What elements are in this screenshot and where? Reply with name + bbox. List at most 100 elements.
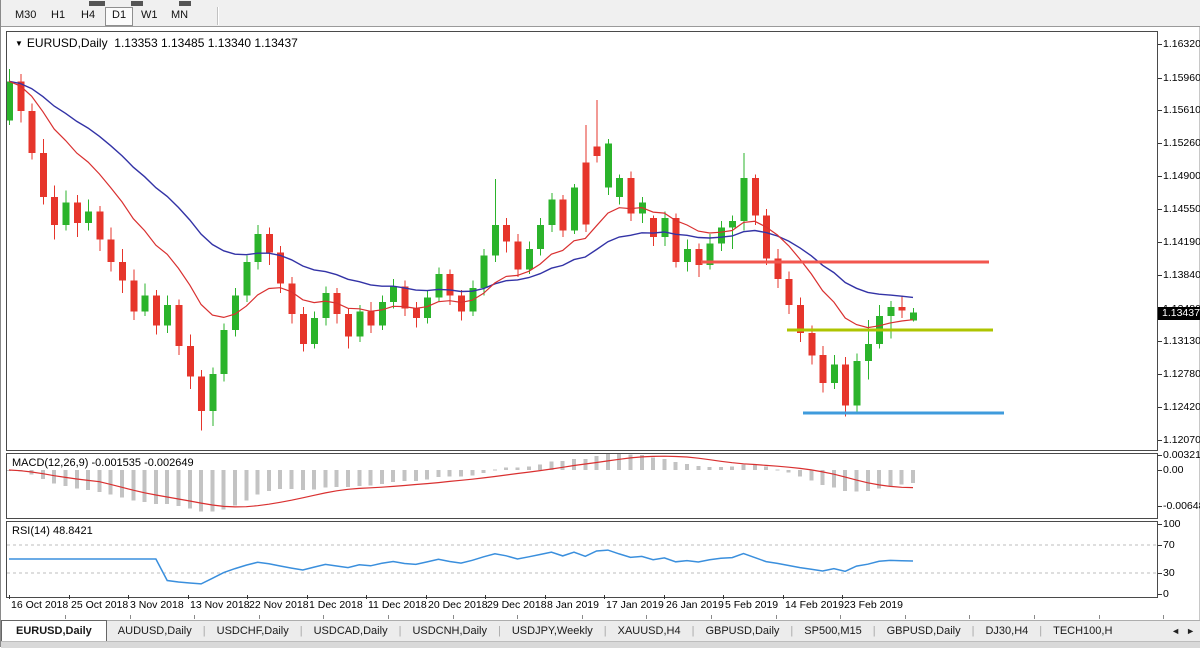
rsi-title: RSI(14) — [12, 525, 50, 537]
candle — [289, 277, 296, 324]
rsi-axis-label: 100 — [1163, 518, 1181, 530]
macd-histogram-bar — [911, 470, 915, 483]
date-tick — [842, 595, 843, 599]
chart-tab-tech100-h[interactable]: TECH100,H — [1042, 621, 1123, 642]
candle — [74, 195, 81, 237]
macd-histogram-bar — [527, 466, 531, 470]
candle — [266, 228, 273, 265]
candle — [187, 335, 194, 389]
chart-tab-usdcnh-daily[interactable]: USDCNH,Daily — [401, 621, 498, 642]
chart-tab-xauusd-h4[interactable]: XAUUSD,H4 — [607, 621, 692, 642]
candle — [763, 209, 770, 265]
candle — [277, 246, 284, 293]
macd-indicator-panel[interactable]: MACD(12,26,9) -0.001535 -0.002649 — [6, 453, 1158, 519]
candle — [458, 290, 465, 321]
macd-title: MACD(12,26,9) — [12, 457, 88, 469]
macd-histogram-bar — [233, 470, 237, 505]
macd-histogram-bar — [346, 470, 350, 487]
candle — [650, 215, 657, 246]
macd-histogram-bar — [244, 470, 248, 500]
chart-tab-gbpusd-daily[interactable]: GBPUSD,Daily — [694, 621, 790, 642]
date-label: 5 Feb 2019 — [725, 599, 778, 611]
price-tick-label: 1.13840 — [1163, 269, 1200, 281]
strip-tick — [65, 615, 66, 619]
candle — [51, 186, 58, 240]
macd-histogram-bar — [832, 470, 836, 487]
candle — [119, 249, 126, 293]
macd-histogram-bar — [798, 470, 802, 477]
toolbar-icon-fragment — [89, 1, 105, 6]
date-label: 8 Jan 2019 — [547, 599, 599, 611]
macd-histogram-bar — [516, 467, 520, 470]
strip-tick — [1163, 615, 1164, 619]
rsi-indicator-panel[interactable]: RSI(14) 48.8421 — [6, 521, 1158, 598]
macd-histogram-bar — [425, 470, 429, 480]
date-tick — [604, 595, 605, 599]
macd-axis-label: 0.00 — [1163, 464, 1183, 476]
candle — [831, 355, 838, 389]
candle — [85, 200, 92, 231]
chart-header: ▼EURUSD,Daily 1.13353 1.13485 1.13340 1.… — [15, 36, 298, 50]
chart-tab-usdcad-daily[interactable]: USDCAD,Daily — [303, 621, 399, 642]
date-label: 1 Dec 2018 — [309, 599, 363, 611]
mt4-window: M30H1H4D1W1MN ▼EURUSD,Daily 1.13353 1.13… — [0, 0, 1200, 647]
rsi-canvas[interactable] — [7, 522, 1157, 597]
chart-tab-usdjpy-weekly[interactable]: USDJPY,Weekly — [501, 621, 604, 642]
macd-histogram-bar — [335, 470, 339, 487]
candle — [684, 240, 691, 272]
candle — [17, 74, 24, 123]
tab-scroll-right-button[interactable]: ► — [1186, 626, 1195, 636]
timeframe-button-h1[interactable]: H1 — [45, 7, 71, 24]
toolbar-separator — [217, 7, 219, 25]
symbol-dropdown-icon[interactable]: ▼ — [15, 39, 23, 48]
macd-histogram-bar — [199, 470, 203, 512]
price-chart-canvas[interactable] — [7, 32, 1157, 450]
timeframe-button-w1[interactable]: W1 — [135, 7, 164, 24]
main-chart-panel[interactable]: ▼EURUSD,Daily 1.13353 1.13485 1.13340 1.… — [6, 31, 1158, 451]
candle — [707, 234, 714, 269]
macd-axis-label-tick — [1158, 455, 1162, 456]
timeframe-button-mn[interactable]: MN — [165, 7, 194, 24]
candle — [887, 301, 894, 338]
date-tick — [485, 595, 486, 599]
candle — [628, 172, 635, 221]
strip-tick — [711, 615, 712, 619]
chart-tab-eurusd-daily[interactable]: EURUSD,Daily — [1, 620, 107, 642]
date-axis[interactable]: 16 Oct 201825 Oct 20183 Nov 201813 Nov 2… — [6, 599, 1158, 613]
candle — [96, 206, 103, 251]
strip-tick — [776, 615, 777, 619]
tab-scroll-left-button[interactable]: ◄ — [1171, 626, 1180, 636]
chart-tab-sp500-m15[interactable]: SP500,M15 — [793, 621, 872, 642]
strip-tick — [1034, 615, 1035, 619]
timeframe-button-h4[interactable]: H4 — [75, 7, 101, 24]
timeframe-button-m30[interactable]: M30 — [9, 7, 42, 24]
chart-tab-dj30-h4[interactable]: DJ30,H4 — [974, 621, 1039, 642]
timeframe-button-d1[interactable]: D1 — [105, 7, 133, 26]
rsi-axis-label-tick — [1158, 545, 1162, 546]
macd-histogram-bar — [177, 470, 181, 506]
macd-histogram-bar — [109, 470, 113, 495]
macd-histogram-bar — [742, 465, 746, 471]
candle — [322, 286, 329, 325]
macd-histogram-bar — [482, 470, 486, 473]
rsi-label: RSI(14) 48.8421 — [12, 525, 93, 537]
candle — [402, 281, 409, 316]
macd-values: -0.001535 -0.002649 — [91, 457, 193, 469]
rsi-axis-label: 0 — [1163, 588, 1169, 600]
chart-tab-usdchf-daily[interactable]: USDCHF,Daily — [206, 621, 300, 642]
macd-histogram-bar — [708, 467, 712, 470]
macd-histogram-bar — [256, 470, 260, 495]
chart-tab-audusd-daily[interactable]: AUDUSD,Daily — [107, 621, 203, 642]
candle — [40, 139, 47, 204]
candle — [695, 243, 702, 277]
price-tick-label: 1.14190 — [1163, 236, 1200, 248]
chart-tab-gbpusd-daily[interactable]: GBPUSD,Daily — [876, 621, 972, 642]
candle — [108, 228, 115, 272]
price-tick-label: 1.12780 — [1163, 368, 1200, 380]
macd-histogram-bar — [629, 454, 633, 470]
price-axis[interactable]: 1.163201.159601.156101.152601.149001.145… — [1158, 0, 1200, 647]
date-label: 17 Jan 2019 — [606, 599, 664, 611]
macd-histogram-bar — [651, 458, 655, 470]
candle — [752, 175, 759, 225]
price-tick-label: 1.14900 — [1163, 170, 1200, 182]
